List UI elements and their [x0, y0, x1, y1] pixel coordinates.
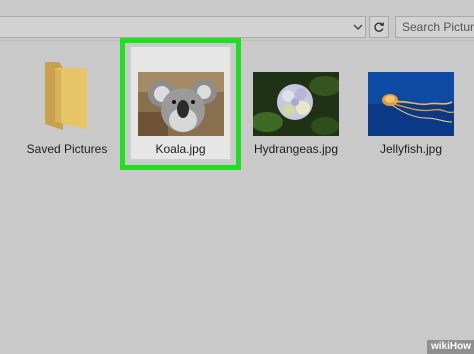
file-explorer-window: Search Pictures Saved Pictures Koal — [0, 0, 474, 354]
item-label: Koala.jpg — [155, 142, 206, 156]
folder-saved-pictures[interactable]: Saved Pictures — [22, 58, 112, 156]
jellyfish-thumbnail[interactable] — [368, 72, 454, 136]
refresh-button[interactable] — [369, 16, 389, 38]
search-input[interactable]: Search Pictures — [395, 16, 474, 38]
hydrangeas-thumbnail[interactable] — [253, 72, 339, 136]
address-history-dropdown[interactable] — [350, 18, 366, 36]
refresh-icon — [374, 22, 384, 32]
chevron-down-icon — [353, 24, 363, 30]
item-label: Saved Pictures — [26, 142, 108, 156]
item-label: Jellyfish.jpg — [379, 142, 443, 156]
file-hydrangeas[interactable]: Hydrangeas.jpg — [245, 138, 347, 156]
koala-image — [138, 72, 224, 136]
address-bar[interactable] — [0, 16, 366, 38]
file-jellyfish[interactable]: Jellyfish.jpg — [361, 138, 461, 156]
folder-icon — [45, 62, 87, 130]
jellyfish-image — [368, 72, 454, 136]
file-koala[interactable]: Koala.jpg — [130, 138, 231, 156]
watermark-logo: wikiHow — [426, 340, 474, 354]
koala-thumbnail[interactable] — [138, 72, 224, 136]
hydrangeas-image — [253, 72, 339, 136]
item-label: Hydrangeas.jpg — [253, 142, 339, 156]
address-bar-area: Search Pictures — [0, 0, 474, 41]
